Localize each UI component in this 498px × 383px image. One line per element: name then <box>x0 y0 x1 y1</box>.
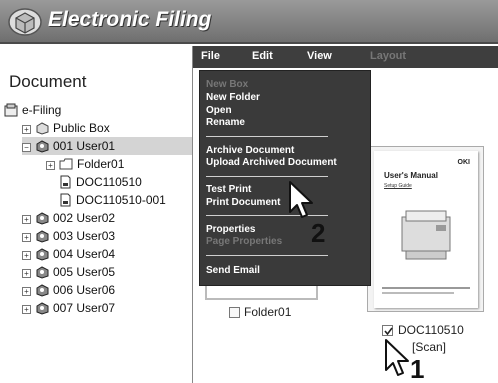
expand-icon[interactable]: + <box>22 251 31 260</box>
thumbnail-page: OKI User's Manual Setup Guide <box>374 151 478 308</box>
printer-illustration <box>401 210 451 260</box>
tree-item-label: Public Box <box>53 121 110 135</box>
tree-item-doc110510-001[interactable]: DOC110510-001 <box>58 191 166 209</box>
user-box-icon <box>36 140 49 153</box>
expand-icon[interactable]: + <box>46 161 55 170</box>
tree-item-doc110510[interactable]: DOC110510 <box>58 173 142 191</box>
menu-separator <box>206 176 328 177</box>
menu-separator <box>206 136 328 137</box>
menu-view[interactable]: View <box>307 50 332 62</box>
document-item-type: [Scan] <box>412 340 447 354</box>
document-thumbnail[interactable]: OKI User's Manual Setup Guide <box>367 146 484 312</box>
user-box-icon <box>36 230 49 243</box>
menu-item-upload-archived-document[interactable]: Upload Archived Document <box>206 157 337 168</box>
menu-item-new-folder[interactable]: New Folder <box>206 92 260 103</box>
tree-item-label: 006 User06 <box>53 283 116 297</box>
menu-item-print-document[interactable]: Print Document <box>206 197 280 208</box>
menu-layout: Layout <box>370 50 407 62</box>
menu-item-new-box: New Box <box>206 79 249 90</box>
menu-item-send-email[interactable]: Send Email <box>206 265 260 276</box>
box-icon <box>36 122 49 135</box>
collapse-icon[interactable]: − <box>22 143 31 152</box>
tree-item-label: 003 User03 <box>53 229 116 243</box>
tree-item-user01[interactable]: − 001 User01 <box>22 137 192 155</box>
tree-item-label: 004 User04 <box>53 247 116 261</box>
tree-item-user06[interactable]: +006 User06 <box>22 281 115 299</box>
document-item-label[interactable]: DOC110510 <box>398 323 464 337</box>
tree-item-label: 002 User02 <box>53 211 116 225</box>
tree-item-user04[interactable]: +004 User04 <box>22 245 115 263</box>
tree-item-label: DOC110510-001 <box>76 193 166 207</box>
tree-item-user07[interactable]: +007 User07 <box>22 299 115 317</box>
folder-checkbox[interactable] <box>229 307 240 318</box>
document-checkbox[interactable] <box>382 325 393 336</box>
app-title: Electronic Filing <box>48 8 212 31</box>
tree-item-label: DOC110510 <box>76 175 142 189</box>
user-box-icon <box>36 284 49 297</box>
user-box-icon <box>36 212 49 225</box>
document-icon <box>60 193 71 207</box>
expand-icon[interactable]: + <box>22 269 31 278</box>
menu-item-test-print[interactable]: Test Print <box>206 184 251 195</box>
expand-icon[interactable]: + <box>22 125 31 134</box>
tree-item-user05[interactable]: +005 User05 <box>22 263 115 281</box>
step-number-1: 1 <box>410 354 425 383</box>
thumbnail-text-line <box>382 292 454 294</box>
expand-icon[interactable]: + <box>22 305 31 314</box>
menu-item-open[interactable]: Open <box>206 105 232 116</box>
tree-item-folder01[interactable]: + Folder01 <box>46 155 124 173</box>
tree-item-label: 005 User05 <box>53 265 116 279</box>
menu-item-rename[interactable]: Rename <box>206 117 245 128</box>
thumbnail-title: User's Manual <box>384 171 438 180</box>
user-box-icon <box>36 248 49 261</box>
user-box-icon <box>36 302 49 315</box>
expand-icon[interactable]: + <box>22 287 31 296</box>
tree-item-user02[interactable]: +002 User02 <box>22 209 115 227</box>
menu-item-properties[interactable]: Properties <box>206 224 255 235</box>
sidebar-heading: Document <box>9 72 87 91</box>
step-number-2: 2 <box>311 218 326 248</box>
menu-edit[interactable]: Edit <box>252 50 273 62</box>
tree-item-label: 001 User01 <box>53 139 116 153</box>
tree-item-efiling[interactable]: e-Filing <box>4 101 61 119</box>
tree-item-label: e-Filing <box>22 103 62 117</box>
tree-item-label: 007 User07 <box>53 301 116 315</box>
tree-item-public-box[interactable]: + Public Box <box>22 119 110 137</box>
thumbnail-subtitle: Setup Guide <box>384 183 412 189</box>
menu-file[interactable]: File <box>201 50 220 62</box>
efiling-root-icon <box>4 103 18 117</box>
checkmark-icon <box>384 327 393 336</box>
title-bar: Electronic Filing <box>0 0 498 44</box>
expand-icon[interactable]: + <box>22 215 31 224</box>
file-menu-dropdown: New Box New Folder Open Rename Archive D… <box>199 70 371 286</box>
user-box-icon <box>36 266 49 279</box>
expand-icon[interactable]: + <box>22 233 31 242</box>
menu-separator <box>206 255 328 256</box>
menu-bar: File Edit View Layout <box>193 46 498 68</box>
tree-item-user03[interactable]: +003 User03 <box>22 227 115 245</box>
box-logo-icon <box>8 8 42 36</box>
folder-icon <box>59 158 73 170</box>
menu-item-archive-document[interactable]: Archive Document <box>206 145 294 156</box>
tree-item-label: Folder01 <box>77 157 125 171</box>
document-icon <box>60 175 71 189</box>
folder-item-label[interactable]: Folder01 <box>244 305 291 319</box>
thumbnail-brand: OKI <box>457 159 470 166</box>
thumbnail-text-line <box>382 287 470 289</box>
menu-item-page-properties: Page Properties <box>206 236 283 247</box>
